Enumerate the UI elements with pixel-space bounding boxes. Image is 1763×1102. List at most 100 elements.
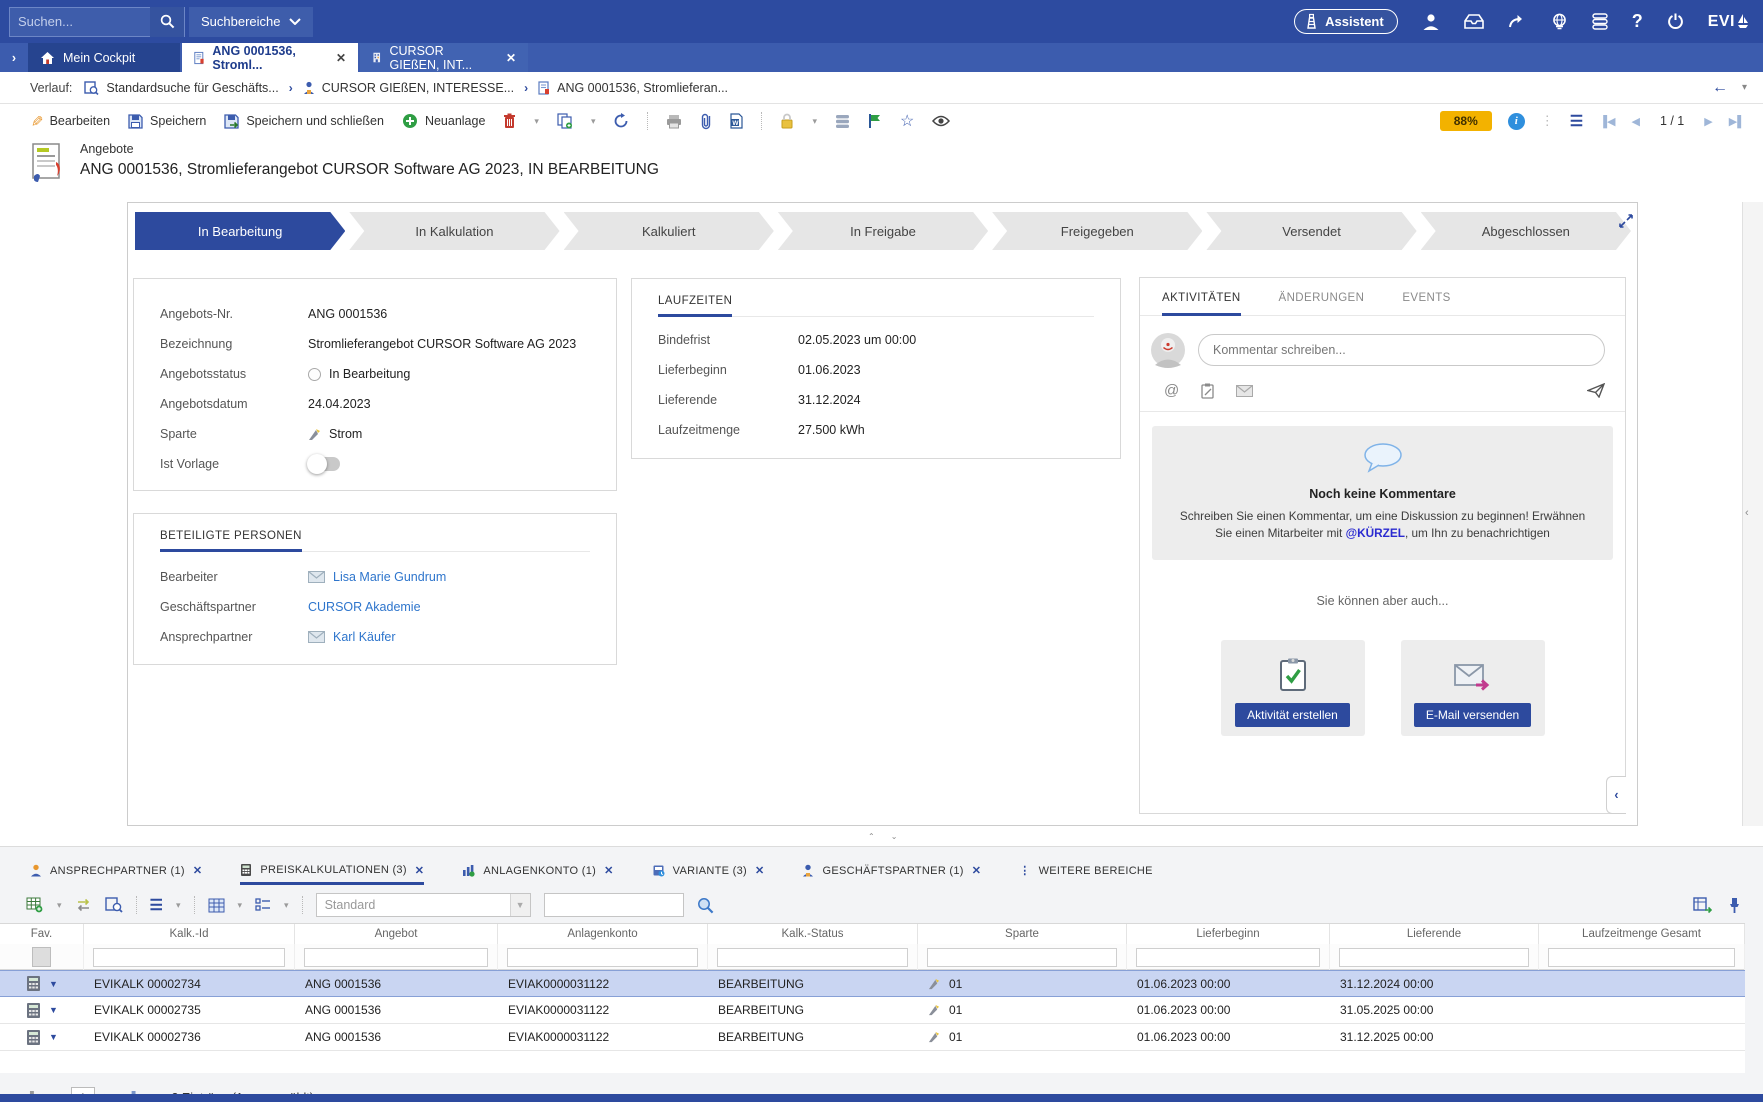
bearbeiter-link[interactable]: Lisa Marie Gundrum: [333, 570, 446, 584]
fav-filter-box[interactable]: [32, 947, 51, 967]
splitter-up-icon[interactable]: ⌃: [868, 832, 875, 841]
expand-steps-icon[interactable]: [1618, 213, 1634, 232]
email-icon[interactable]: [308, 571, 325, 583]
print-button[interactable]: [666, 114, 682, 129]
view-selector[interactable]: Standard ▼: [316, 893, 531, 917]
tab-ansprechpartner[interactable]: ANSPRECHPARTNER (1) ✕: [30, 864, 202, 885]
create-activity-button[interactable]: Aktivität erstellen: [1235, 703, 1350, 727]
first-record-icon[interactable]: ▐◀: [1599, 115, 1615, 128]
back-arrow-icon[interactable]: ←: [1712, 79, 1728, 97]
tab-weitere-bereiche[interactable]: ⋮ WEITERE BEREICHE: [1019, 864, 1153, 885]
column-header[interactable]: Lieferende: [1330, 924, 1539, 944]
export-grid-icon[interactable]: [1693, 897, 1712, 914]
assistant-button[interactable]: Assistent: [1294, 9, 1398, 34]
filter-sparte[interactable]: [927, 948, 1117, 967]
tab-events[interactable]: EVENTS: [1402, 292, 1450, 316]
step-in-kalkulation[interactable]: In Kalkulation: [349, 212, 559, 250]
splitter-down-icon[interactable]: ⌄: [891, 832, 898, 841]
step-abgeschlossen[interactable]: Abgeschlossen: [1421, 212, 1631, 250]
tab-close-icon[interactable]: ✕: [506, 51, 516, 65]
ansprechpartner-link[interactable]: Karl Käufer: [333, 630, 396, 644]
column-header[interactable]: Sparte: [918, 924, 1127, 944]
column-header[interactable]: Kalk.-Id: [84, 924, 295, 944]
tab-close-icon[interactable]: ✕: [415, 864, 425, 877]
power-icon[interactable]: [1667, 13, 1684, 30]
column-header[interactable]: Laufzeitmenge Gesamt: [1539, 924, 1745, 944]
send-email-card[interactable]: E-Mail versenden: [1401, 640, 1545, 736]
mention-icon[interactable]: @: [1164, 382, 1179, 399]
step-in-freigabe[interactable]: In Freigabe: [778, 212, 988, 250]
tab-aenderungen[interactable]: ÄNDERUNGEN: [1279, 292, 1365, 316]
breadcrumb-item-partner[interactable]: CURSOR GIEßEN, INTERESSE...: [303, 81, 514, 95]
tab-close-icon[interactable]: ✕: [604, 864, 614, 877]
add-row-dropdown-icon[interactable]: ▾: [57, 900, 62, 911]
previous-record-icon[interactable]: ◀: [1631, 115, 1639, 128]
breadcrumb-item-search[interactable]: Standardsuche für Geschäfts...: [84, 81, 278, 95]
lock-dropdown-icon[interactable]: ▾: [812, 116, 817, 127]
filter-lieferende[interactable]: [1339, 948, 1529, 967]
last-record-icon[interactable]: ▶▌: [1729, 115, 1745, 128]
row-actions-dropdown-icon[interactable]: ▼: [49, 979, 58, 989]
geschaeftspartner-link[interactable]: CURSOR Akademie: [308, 600, 421, 614]
table-view-icon[interactable]: [208, 898, 225, 913]
comment-input[interactable]: [1198, 334, 1605, 366]
global-search[interactable]: [9, 7, 185, 37]
delete-button[interactable]: [503, 113, 516, 129]
more-options-icon[interactable]: ⋮: [1541, 113, 1554, 129]
history-dropdown-icon[interactable]: ▾: [1742, 82, 1747, 93]
column-header[interactable]: Lieferbeginn: [1127, 924, 1330, 944]
globe-icon[interactable]: [1551, 13, 1568, 30]
table-row[interactable]: ▼ EVIKALK 00002734 ANG 0001536 EVIAK0000…: [0, 970, 1745, 997]
filter-kalk-id[interactable]: [93, 948, 285, 967]
breadcrumb-item-angebot[interactable]: ANG 0001536, Stromlieferan...: [538, 81, 728, 95]
tab-aktivitaeten[interactable]: AKTIVITÄTEN: [1162, 292, 1241, 316]
tab-scroll-left[interactable]: ›: [0, 43, 28, 72]
save-close-button[interactable]: Speichern und schließen: [224, 114, 384, 129]
inbox-icon[interactable]: [1464, 14, 1484, 29]
column-header[interactable]: Angebot: [295, 924, 498, 944]
new-button[interactable]: Neuanlage: [402, 113, 485, 129]
list-view-icon[interactable]: [255, 898, 271, 912]
send-icon[interactable]: [1587, 383, 1605, 398]
attachment-button[interactable]: [700, 113, 712, 130]
search-icon[interactable]: [150, 7, 184, 37]
grid-menu-icon[interactable]: ☰: [150, 896, 163, 914]
tab-close-icon[interactable]: ✕: [755, 864, 765, 877]
step-versendet[interactable]: Versendet: [1206, 212, 1416, 250]
save-button[interactable]: Speichern: [128, 114, 206, 129]
lock-button[interactable]: [780, 113, 794, 129]
tab-angebot-active[interactable]: ANG 0001536, Stroml... ✕: [182, 43, 358, 72]
tab-cursor-giessen[interactable]: CURSOR GIEßEN, INT... ✕: [360, 43, 528, 72]
copy-dropdown-icon[interactable]: ▾: [591, 116, 596, 127]
ist-vorlage-toggle[interactable]: [308, 457, 340, 471]
pin-icon[interactable]: [1728, 897, 1741, 914]
status-radio-icon[interactable]: [308, 368, 321, 381]
search-scope-dropdown[interactable]: Suchbereiche: [189, 7, 313, 37]
persons-section-tab[interactable]: BETEILIGTE PERSONEN: [160, 530, 302, 552]
step-freigegeben[interactable]: Freigegeben: [992, 212, 1202, 250]
filter-angebot[interactable]: [304, 948, 488, 967]
help-icon[interactable]: ?: [1632, 11, 1643, 32]
menu-icon[interactable]: ☰: [1570, 112, 1583, 130]
column-header[interactable]: Anlagenkonto: [498, 924, 708, 944]
rail-collapse-icon[interactable]: ‹: [1745, 507, 1749, 519]
visibility-button[interactable]: [932, 115, 950, 127]
row-actions-dropdown-icon[interactable]: ▼: [49, 1005, 58, 1015]
column-header[interactable]: Fav.: [0, 924, 84, 944]
email-icon[interactable]: [308, 631, 325, 643]
edit-button[interactable]: ✎ Bearbeiten: [30, 112, 110, 130]
collapse-panel-icon[interactable]: ‹: [1606, 776, 1626, 814]
tab-close-icon[interactable]: ✕: [193, 864, 203, 877]
column-header[interactable]: Kalk.-Status: [708, 924, 918, 944]
transfer-icon[interactable]: [75, 898, 92, 912]
filter-lieferbeginn[interactable]: [1136, 948, 1320, 967]
table-search-icon[interactable]: [105, 897, 123, 913]
tab-close-icon[interactable]: ✕: [972, 864, 982, 877]
row-actions-dropdown-icon[interactable]: ▼: [49, 1032, 58, 1042]
tab-anlagenkonto[interactable]: ANLAGENKONTO (1) ✕: [462, 864, 613, 885]
user-icon[interactable]: [1422, 13, 1440, 30]
list-view-dropdown-icon[interactable]: ▾: [284, 900, 289, 911]
grid-menu-dropdown-icon[interactable]: ▾: [176, 900, 181, 911]
info-icon[interactable]: i: [1508, 113, 1525, 130]
dataset-button[interactable]: [835, 114, 850, 129]
